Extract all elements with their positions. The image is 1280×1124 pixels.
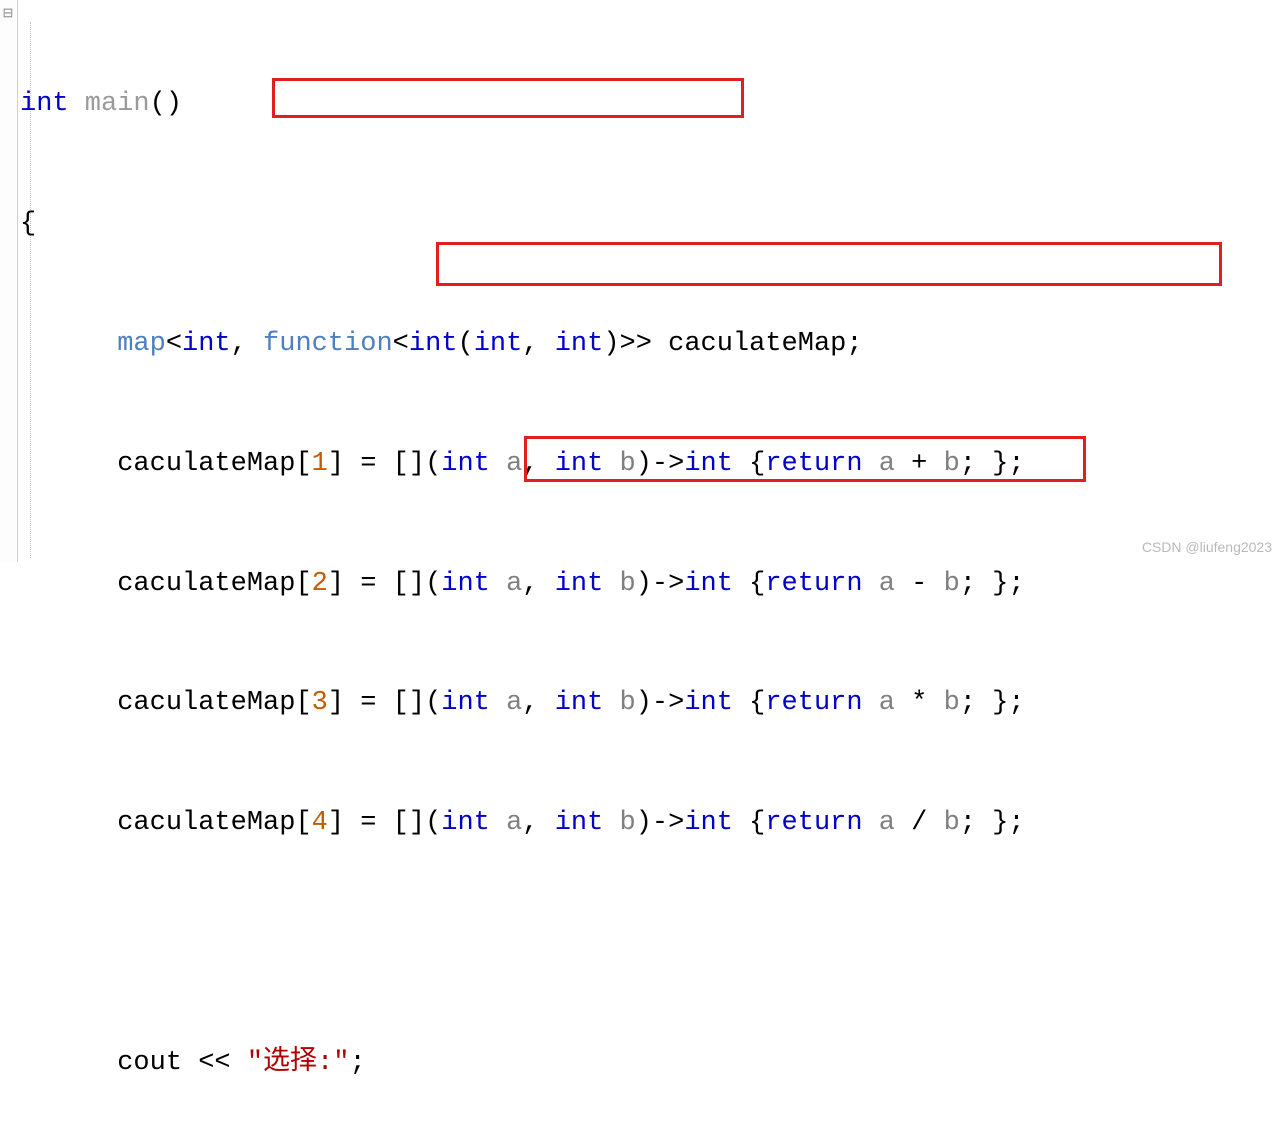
code-line: cout << "选择:";	[20, 1043, 1276, 1083]
gutter: ⊟	[0, 0, 18, 562]
fold-minus-icon[interactable]: ⊟	[2, 8, 14, 20]
code-line: int main()	[20, 84, 1276, 124]
code-line: {	[20, 204, 1276, 244]
code-line: map<int, function<int(int, int)>> cacula…	[20, 324, 1276, 364]
watermark: CSDN @liufeng2023	[1142, 537, 1272, 558]
code-line: caculateMap[2] = [](int a, int b)->int {…	[20, 564, 1276, 604]
code-line	[20, 923, 1276, 963]
code-line: caculateMap[1] = [](int a, int b)->int {…	[20, 444, 1276, 484]
code-editor[interactable]: int main() { map<int, function<int(int, …	[20, 4, 1276, 1124]
code-line: caculateMap[3] = [](int a, int b)->int {…	[20, 683, 1276, 723]
code-line: caculateMap[4] = [](int a, int b)->int {…	[20, 803, 1276, 843]
